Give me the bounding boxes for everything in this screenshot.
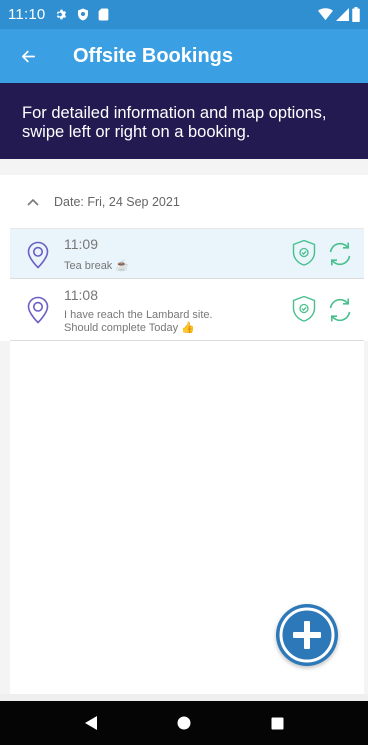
shield-dot-icon	[78, 8, 89, 21]
back-button[interactable]	[0, 29, 56, 83]
status-time: 11:10	[8, 6, 46, 23]
sd-card-icon	[99, 8, 109, 21]
recents-square-icon	[271, 717, 284, 729]
sync-icon[interactable]	[326, 240, 354, 268]
sync-icon[interactable]	[326, 296, 354, 324]
status-left-icons	[55, 8, 109, 21]
cell-signal-icon	[336, 8, 349, 21]
plus-icon	[279, 607, 335, 663]
nav-home-button[interactable]	[169, 708, 199, 738]
booking-time: 11:08	[64, 287, 98, 303]
booking-note-line: I have reach the Lambard site.	[64, 309, 213, 321]
date-group-label: Date: Fri, 24 Sep 2021	[54, 194, 180, 209]
status-bar: 11:10	[0, 0, 368, 29]
location-pin-icon	[27, 241, 49, 269]
chevron-up-icon	[26, 195, 40, 209]
location-pin-icon	[27, 296, 49, 324]
nav-back-button[interactable]	[76, 708, 106, 738]
shield-check-icon[interactable]	[291, 239, 317, 267]
info-banner: For detailed information and map options…	[0, 83, 368, 159]
app-bar: Offsite Bookings	[0, 29, 368, 83]
add-booking-button[interactable]	[276, 604, 338, 666]
bottom-divider	[0, 694, 368, 701]
nav-recents-button[interactable]	[262, 708, 292, 738]
wifi-icon	[318, 8, 333, 21]
booking-note: I have reach the Lambard site. Should co…	[64, 309, 213, 335]
page-title: Offsite Bookings	[73, 44, 234, 67]
status-right-icons	[318, 7, 360, 22]
booking-row[interactable]: 11:09 Tea break ☕	[10, 229, 364, 279]
date-group-header[interactable]: Date: Fri, 24 Sep 2021	[10, 175, 364, 229]
booking-row[interactable]: 11:08 I have reach the Lambard site. Sho…	[10, 279, 364, 341]
home-circle-icon	[177, 716, 191, 730]
arrow-left-icon	[21, 50, 35, 62]
shield-check-icon[interactable]	[291, 295, 317, 323]
section-divider	[0, 159, 368, 175]
booking-note-line: Should complete Today 👍	[64, 322, 195, 334]
booking-note: Tea break ☕	[64, 260, 130, 272]
gear-icon	[57, 9, 67, 20]
back-triangle-icon	[84, 716, 97, 730]
battery-icon	[352, 7, 360, 22]
system-nav-bar	[0, 701, 368, 745]
booking-time: 11:09	[64, 236, 98, 252]
